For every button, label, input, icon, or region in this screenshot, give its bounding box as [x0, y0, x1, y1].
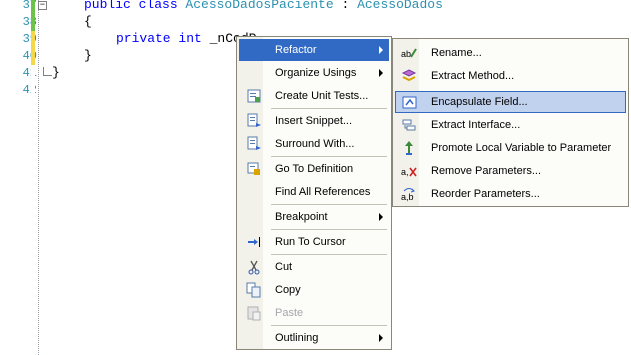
submenu-arrow-icon	[379, 46, 383, 54]
collapse-region-icon[interactable]: −	[38, 1, 47, 10]
change-tracking-bar	[31, 0, 35, 355]
code-line[interactable]: }	[52, 65, 60, 82]
menu-item-surround-with[interactable]: Surround With...	[239, 133, 389, 155]
submenu-item-encapsulate-field[interactable]: Encapsulate Field...	[395, 91, 626, 113]
copy-icon	[246, 282, 262, 298]
menu-separator	[271, 204, 387, 205]
paste-icon	[246, 305, 262, 321]
unit-test-icon	[246, 88, 262, 104]
remove-parameters-icon: a,	[401, 163, 417, 179]
saved-change-marker	[31, 0, 35, 31]
svg-text:ab: ab	[401, 49, 411, 59]
menu-item-run-to-cursor[interactable]: Run To Cursor	[239, 231, 389, 253]
menu-separator	[271, 254, 387, 255]
menu-item-refactor[interactable]: Refactor	[239, 39, 389, 61]
menu-item-create-unit-tests[interactable]: Create Unit Tests...	[239, 85, 389, 107]
snippet-icon	[246, 113, 262, 129]
submenu-item-promote-local-variable[interactable]: Promote Local Variable to Parameter	[395, 137, 626, 159]
extract-method-icon	[401, 68, 417, 84]
menu-item-breakpoint[interactable]: Breakpoint	[239, 206, 389, 228]
menu-separator	[271, 156, 387, 157]
menu-separator	[271, 229, 387, 230]
menu-item-outlining[interactable]: Outlining	[239, 327, 389, 349]
submenu-item-extract-method[interactable]: Extract Method...	[395, 65, 626, 87]
submenu-arrow-icon	[379, 69, 383, 77]
menu-item-cut[interactable]: Cut	[239, 256, 389, 278]
run-to-cursor-icon	[246, 234, 262, 250]
context-menu: Refactor Organize Usings Create Unit Tes…	[236, 36, 392, 350]
menu-separator	[271, 108, 387, 109]
extract-interface-icon	[401, 117, 417, 133]
scissors-icon	[246, 259, 262, 275]
svg-text:a,b: a,b	[401, 192, 414, 202]
surround-icon	[246, 136, 262, 152]
menu-separator	[271, 325, 387, 326]
unsaved-change-marker	[31, 31, 35, 65]
menu-item-insert-snippet[interactable]: Insert Snippet...	[239, 110, 389, 132]
svg-text:a,: a,	[401, 167, 409, 177]
code-line[interactable]: public class AcessoDadosPaciente : Acess…	[84, 0, 443, 14]
reorder-parameters-icon: a,b	[401, 186, 417, 202]
submenu-arrow-icon	[379, 334, 383, 342]
submenu-item-reorder-parameters[interactable]: a,b Reorder Parameters...	[395, 183, 626, 205]
region-end-marker	[43, 67, 52, 76]
code-line[interactable]: }	[84, 48, 92, 65]
menu-item-go-to-definition[interactable]: Go To Definition	[239, 158, 389, 180]
code-line[interactable]: {	[84, 14, 92, 31]
menu-item-find-all-references[interactable]: Find All References	[239, 181, 389, 203]
menu-item-copy[interactable]: Copy	[239, 279, 389, 301]
menu-item-organize-usings[interactable]: Organize Usings	[239, 62, 389, 84]
submenu-item-remove-parameters[interactable]: a, Remove Parameters...	[395, 160, 626, 182]
outlining-guide	[38, 0, 40, 355]
encapsulate-field-icon	[402, 95, 418, 111]
submenu-arrow-icon	[379, 213, 383, 221]
refactor-submenu: ab Rename... Extract Method... Encapsula…	[392, 38, 629, 207]
submenu-item-extract-interface[interactable]: Extract Interface...	[395, 114, 626, 136]
menu-item-paste[interactable]: Paste	[239, 302, 389, 324]
go-to-definition-icon	[246, 161, 262, 177]
promote-variable-icon	[401, 140, 417, 156]
rename-icon: ab	[401, 45, 417, 61]
submenu-item-rename[interactable]: ab Rename...	[395, 42, 626, 64]
